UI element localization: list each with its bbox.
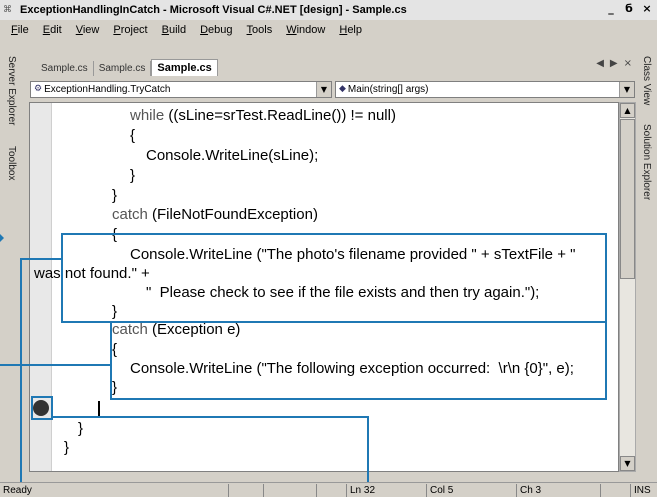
menu-view-mnemonic: V: [75, 23, 83, 36]
code-line: {: [130, 127, 135, 145]
menu-project-mnemonic: P: [113, 23, 121, 36]
status-cell-empty: [316, 484, 346, 497]
menu-debug[interactable]: Debug: [193, 24, 239, 36]
scroll-up-button[interactable]: ▲: [620, 103, 635, 118]
code-line: }: [130, 167, 135, 185]
minimize-button[interactable]: _: [603, 2, 619, 17]
status-cell-empty: [263, 484, 316, 497]
menu-edit-mnemonic: E: [42, 23, 51, 36]
tab-close-icon[interactable]: ×: [624, 58, 632, 69]
scroll-down-button[interactable]: ▼: [620, 456, 635, 471]
menu-build-label: uild: [168, 23, 187, 36]
code-text: }: [130, 167, 136, 184]
menu-view[interactable]: View: [69, 24, 107, 36]
tab-navigation: ◀ ▶ ×: [596, 58, 632, 69]
menu-view-label: iew: [82, 23, 100, 36]
menu-tools-label: ools: [252, 23, 273, 36]
highlight-breakpoint: [31, 396, 53, 420]
status-cell-empty: [600, 484, 630, 497]
member-combo-value: Main(string[] args): [347, 83, 429, 95]
tab-next-icon[interactable]: ▶: [610, 58, 618, 69]
status-ready: Ready: [3, 485, 32, 496]
menu-edit[interactable]: Edit: [36, 24, 69, 36]
member-combo[interactable]: ◆ Main(string[] args) ▼: [335, 80, 635, 98]
code-text: Console.WriteLine(sLine);: [146, 147, 319, 164]
toolbox-tab[interactable]: Toolbox: [6, 146, 17, 180]
code-text: }: [78, 420, 84, 437]
window-title: ExceptionHandlingInCatch - Microsoft Vis…: [20, 4, 407, 16]
menu-file-mnemonic: F: [11, 23, 18, 36]
chevron-down-icon[interactable]: ▼: [316, 81, 331, 97]
class-view-tab[interactable]: Class View: [641, 56, 652, 105]
code-keyword: catch: [112, 206, 148, 223]
menu-window-mnemonic: W: [286, 23, 297, 36]
status-ch: Ch 3: [516, 484, 596, 497]
left-dock: Server Explorer Toolbox: [0, 52, 28, 482]
menu-window-label: indow: [296, 23, 326, 36]
code-line: catch (FileNotFoundException): [112, 206, 318, 224]
class-icon: ⚙: [34, 84, 43, 94]
highlight-exception-catch: [110, 321, 607, 400]
menu-help-label: elp: [347, 23, 362, 36]
status-line: Ln 32: [346, 484, 426, 497]
menu-debug-mnemonic: D: [200, 23, 209, 36]
menu-file-label: ile: [17, 23, 29, 36]
doc-tab-1[interactable]: Sample.cs: [36, 61, 94, 76]
window-controls: _ б ×: [603, 2, 655, 17]
menu-build-mnemonic: B: [161, 23, 169, 36]
code-text: ((sLine=srTest.ReadLine()) != null): [164, 107, 396, 124]
doc-tab-active[interactable]: Sample.cs: [151, 59, 218, 76]
solution-explorer-tab[interactable]: Solution Explorer: [641, 124, 652, 200]
menu-bar: File Edit View Project Build Debug Tools…: [0, 20, 657, 39]
code-keyword: while: [130, 107, 165, 124]
callout-line: [20, 258, 22, 497]
server-explorer-tab[interactable]: Server Explorer: [6, 56, 17, 125]
app-icon[interactable]: ⌘: [3, 4, 17, 16]
menu-build[interactable]: Build: [155, 24, 193, 36]
status-ins: INS: [630, 484, 657, 497]
code-text: (FileNotFoundException): [147, 206, 318, 223]
code-line: Console.WriteLine(sLine);: [146, 147, 318, 165]
callout-line: [20, 258, 62, 260]
title-bar: ⌘ ExceptionHandlingInCatch - Microsoft V…: [0, 0, 657, 20]
menu-file[interactable]: File: [4, 24, 36, 36]
arrow-right-icon: [0, 234, 4, 242]
code-line: while ((sLine=srTest.ReadLine()) != null…: [130, 107, 396, 125]
menu-project[interactable]: Project: [106, 24, 154, 36]
menu-project-label: roject: [120, 23, 148, 36]
menu-help[interactable]: Help: [332, 24, 369, 36]
status-col: Col 5: [426, 484, 516, 497]
tab-prev-icon[interactable]: ◀: [596, 58, 604, 69]
menu-tools[interactable]: Tools: [240, 24, 280, 36]
close-button[interactable]: ×: [639, 2, 655, 17]
method-icon: ◆: [339, 84, 346, 94]
document-tabstrip: Sample.cs Sample.cs Sample.cs ◀ ▶ ×: [28, 56, 636, 76]
chevron-down-icon[interactable]: ▼: [619, 81, 634, 97]
status-bar: Ready Ln 32 Col 5 Ch 3 INS: [0, 482, 657, 497]
right-dock: Class View Solution Explorer: [637, 52, 657, 482]
vertical-scrollbar[interactable]: ▲ ▼: [619, 102, 636, 472]
status-cell-empty: [228, 484, 263, 497]
code-line: }: [112, 187, 117, 205]
code-text: {: [130, 127, 136, 144]
highlight-filenotfound-catch: [61, 233, 607, 323]
code-text: }: [112, 187, 118, 204]
scroll-thumb[interactable]: [620, 119, 635, 279]
code-line: }: [64, 439, 69, 457]
callout-line: [0, 364, 112, 366]
menu-debug-label: ebug: [208, 23, 233, 36]
menu-window[interactable]: Window: [279, 24, 332, 36]
menu-edit-label: dit: [50, 23, 62, 36]
restore-button[interactable]: б: [621, 2, 637, 17]
navigation-bar: ⚙ ExceptionHandling.TryCatch ▼ ◆ Main(st…: [28, 77, 636, 101]
doc-tab-2[interactable]: Sample.cs: [94, 61, 152, 76]
code-line: }: [78, 420, 83, 438]
code-text: }: [64, 439, 70, 456]
class-combo-value: ExceptionHandling.TryCatch: [44, 83, 171, 95]
class-combo[interactable]: ⚙ ExceptionHandling.TryCatch ▼: [30, 80, 332, 98]
text-cursor: [98, 401, 100, 417]
callout-line: [52, 416, 369, 418]
